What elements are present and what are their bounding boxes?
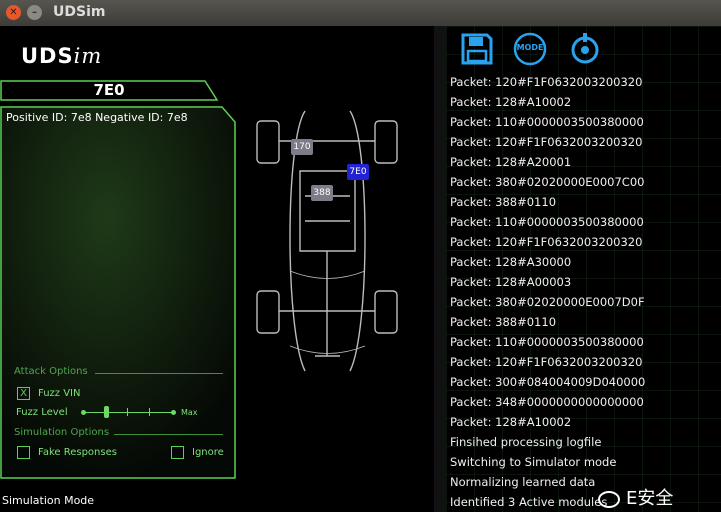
watermark-text: E安全 [626, 488, 674, 509]
slider-min-dot [81, 410, 86, 415]
pane-divider[interactable] [434, 26, 446, 512]
module-info-panel: Positive ID: 7e8 Negative ID: 7e8 Attack… [0, 106, 237, 484]
front-right-wheel [374, 120, 398, 164]
wechat-icon [598, 490, 620, 508]
title-bar: ✕ – UDSim [0, 0, 721, 27]
simulation-options-title: Simulation Options [14, 427, 110, 438]
main-area: UDSim 7E0 Positive ID: 7e8 Negative ID: … [0, 26, 721, 512]
engine-block [299, 170, 356, 252]
log-line: Packet: 300#084004009D040000 [450, 375, 646, 389]
log-line: Packet: 110#0000003500380000 [450, 215, 644, 229]
module-tag-388[interactable]: 388 [311, 185, 333, 201]
slider-knob[interactable] [104, 406, 109, 418]
log-line: Packet: 110#0000003500380000 [450, 335, 644, 349]
rear-right-wheel [374, 290, 398, 334]
mode-label: MODE [516, 43, 544, 52]
attack-options-title: Attack Options [14, 366, 88, 377]
window-title: UDSim [53, 4, 106, 20]
rear-left-wheel [256, 290, 280, 334]
slider-track [84, 412, 172, 413]
driveshaft [315, 251, 340, 357]
fake-responses-label: Fake Responses [38, 447, 117, 458]
front-left-wheel [256, 120, 280, 164]
fake-responses-checkbox[interactable] [17, 446, 30, 459]
app-logo: UDSim [21, 44, 102, 68]
watermark: E安全 [598, 484, 673, 510]
fuzz-level-label: Fuzz Level [16, 407, 68, 418]
log-line: Packet: 128#A10002 [450, 415, 572, 429]
log-line: Packet: 128#A10002 [450, 95, 572, 109]
log-line: Packet: 388#0110 [450, 195, 557, 209]
ignore-label: Ignore [192, 447, 224, 458]
log-line: Finsihed processing logfile [450, 435, 602, 449]
log-line: Packet: 348#0000000000000000 [450, 395, 644, 409]
id-info-text: Positive ID: 7e8 Negative ID: 7e8 [6, 111, 188, 124]
log-line: Packet: 120#F1F0632003200320 [450, 135, 643, 149]
target-icon[interactable] [568, 32, 602, 66]
log-line: Packet: 120#F1F0632003200320 [450, 235, 643, 249]
slider-tick [149, 408, 150, 416]
logo-italic: im [73, 44, 103, 68]
log-line: Packet: 120#F1F0632003200320 [450, 355, 643, 369]
log-line: Switching to Simulator mode [450, 455, 617, 469]
log-pane: MODE Packet: 120#F1F0632003200320 Packet:… [446, 26, 721, 512]
log-line: Packet: 380#02020000E0007D0F [450, 295, 645, 309]
log-line: Packet: 128#A20001 [450, 155, 572, 169]
fuzz-vin-label: Fuzz VIN [38, 388, 81, 399]
vehicle-diagram: 170 388 7E0 [245, 101, 430, 401]
close-icon[interactable]: ✕ [6, 5, 21, 20]
log-line: Packet: 110#0000003500380000 [450, 115, 644, 129]
selected-module-box: 7E0 [0, 80, 219, 101]
slider-tick [127, 408, 128, 416]
log-line: Packet: 128#A30000 [450, 255, 572, 269]
log-line: Packet: 380#02020000E0007C00 [450, 175, 645, 189]
fuzz-vin-checkbox[interactable]: X [17, 387, 30, 400]
module-tag-170[interactable]: 170 [291, 139, 313, 155]
status-bar-text: Simulation Mode [2, 494, 95, 507]
module-tag-7e0[interactable]: 7E0 [347, 164, 369, 180]
log-line: Packet: 120#F1F0632003200320 [450, 75, 643, 89]
ignore-checkbox[interactable] [171, 446, 184, 459]
car-chassis-drawing [256, 110, 398, 372]
slider-max-dot [171, 410, 176, 415]
logo-main: UDS [21, 44, 74, 68]
selected-module-id: 7E0 [93, 81, 125, 99]
attack-section-divider [95, 373, 223, 374]
floppy-disk-icon[interactable] [460, 32, 494, 66]
log-line: Packet: 388#0110 [450, 315, 557, 329]
minimize-icon[interactable]: – [27, 5, 42, 20]
simulation-section-divider [114, 434, 223, 435]
packet-log: Packet: 120#F1F0632003200320 Packet: 128#… [450, 72, 645, 512]
log-line: Packet: 128#A00003 [450, 275, 572, 289]
mode-button[interactable]: MODE [513, 32, 547, 66]
fuzz-level-max-label: Max [181, 408, 198, 417]
